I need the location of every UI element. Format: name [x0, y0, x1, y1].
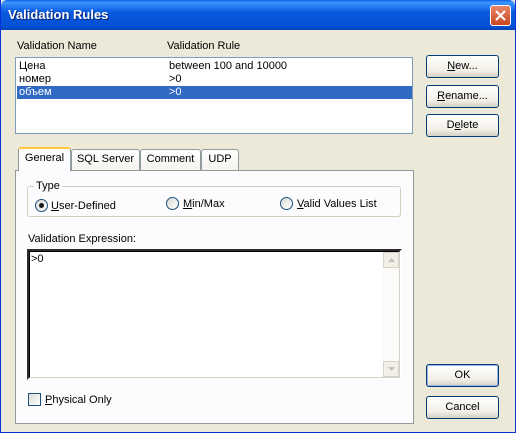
rule-name: Цена: [19, 60, 46, 72]
validation-expression-label: Validation Expression:: [28, 233, 137, 245]
window-title: Validation Rules: [8, 7, 109, 22]
rule-expression: between 100 and 10000: [169, 60, 288, 72]
user-defined-label[interactable]: User-Defined: [51, 200, 116, 212]
user-defined-radio[interactable]: [35, 199, 48, 212]
tab-udp[interactable]: UDP: [201, 149, 239, 170]
column-header-name[interactable]: Validation Name: [17, 40, 97, 52]
physical-only-checkbox[interactable]: [28, 393, 41, 406]
chevron-up-icon: [387, 258, 395, 262]
list-item[interactable]: Цена between 100 and 10000: [17, 60, 412, 73]
column-header-rule[interactable]: Validation Rule: [167, 40, 240, 52]
delete-label-post: lete: [460, 119, 479, 131]
rule-name: объем: [19, 86, 52, 98]
new-label: ew...: [455, 60, 478, 72]
rule-expression: >0: [169, 86, 182, 98]
close-button[interactable]: [490, 5, 511, 26]
cancel-button[interactable]: Cancel: [426, 396, 499, 419]
title-bar[interactable]: Validation Rules: [1, 0, 515, 30]
validation-expression-inner[interactable]: [29, 251, 400, 378]
minmax-radio[interactable]: [166, 197, 179, 210]
list-item-selected[interactable]: объем >0: [17, 86, 412, 99]
expression-scrollbar[interactable]: [383, 252, 399, 377]
valid-values-list-radio[interactable]: [280, 197, 293, 210]
physical-only-label[interactable]: Physical Only: [45, 394, 112, 406]
type-group-legend: Type: [34, 180, 62, 192]
rule-name: номер: [19, 73, 51, 85]
scroll-up-button[interactable]: [383, 252, 399, 268]
rename-label: ename...: [445, 90, 488, 102]
close-icon: [495, 10, 506, 21]
validation-rules-list[interactable]: Цена between 100 and 10000 номер >0 объе…: [15, 57, 413, 134]
ok-button[interactable]: OK: [426, 364, 499, 387]
valid-values-list-label[interactable]: Valid Values List: [297, 198, 377, 210]
minmax-label[interactable]: Min/Max: [183, 198, 225, 210]
new-mnemonic: N: [447, 60, 456, 72]
new-button[interactable]: New...: [426, 55, 499, 78]
physical-only-text: hysical Only: [52, 394, 112, 406]
delete-button[interactable]: Delete: [426, 114, 499, 137]
tab-general[interactable]: General: [18, 147, 71, 171]
chevron-down-icon: [387, 367, 395, 371]
delete-label-pre: D: [446, 119, 455, 131]
minmax-text: in/Max: [192, 198, 225, 210]
tab-sql-server[interactable]: SQL Server: [71, 149, 140, 170]
minmax-mnemonic: M: [183, 198, 193, 210]
valid-list-text: alid Values List: [303, 198, 377, 210]
validation-expression-value[interactable]: >0: [31, 253, 44, 265]
rename-mnemonic: R: [437, 90, 446, 102]
user-defined-text: ser-Defined: [58, 200, 116, 212]
list-item[interactable]: номер >0: [17, 73, 412, 86]
scroll-down-button[interactable]: [383, 361, 399, 377]
tab-comment[interactable]: Comment: [140, 149, 201, 170]
rename-button[interactable]: Rename...: [426, 85, 499, 108]
rule-expression: >0: [169, 73, 182, 85]
user-defined-mnemonic: U: [51, 200, 59, 212]
